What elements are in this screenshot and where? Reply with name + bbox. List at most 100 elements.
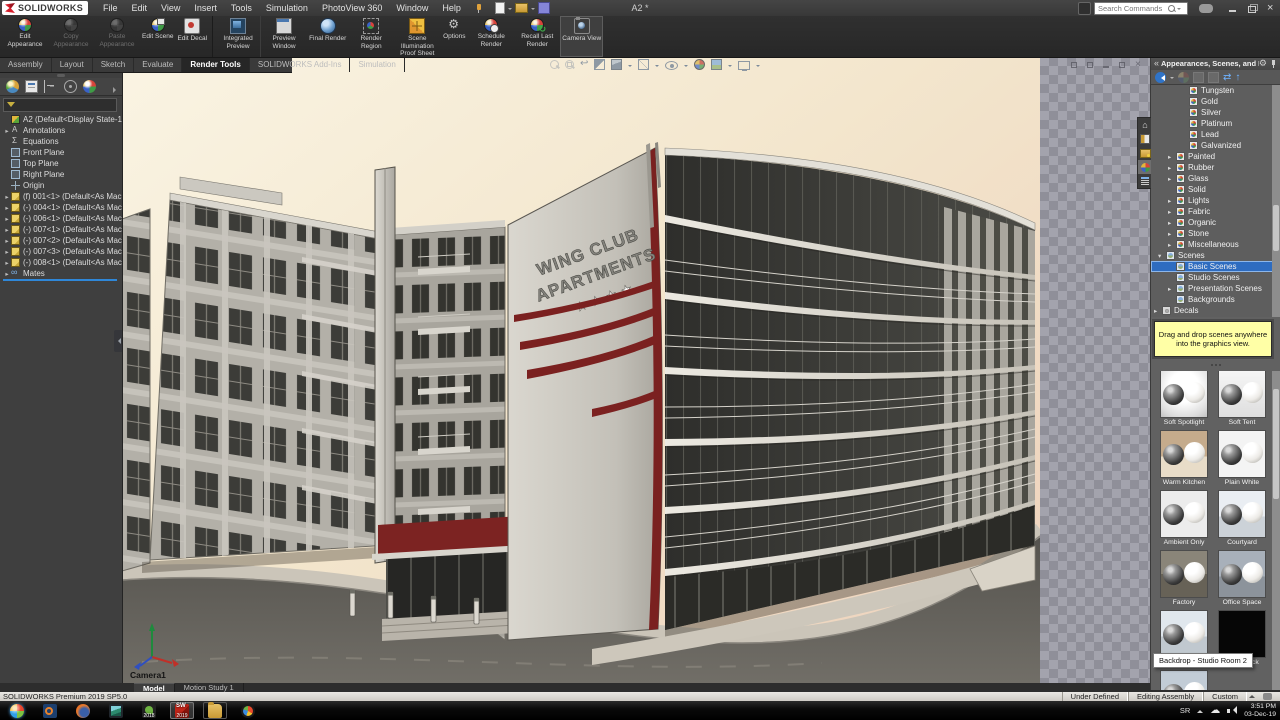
- ribbon-button[interactable]: Integrated Preview: [212, 16, 261, 57]
- ribbon-button[interactable]: Recall Last Render: [514, 16, 560, 57]
- dimxpert-manager-tab-icon[interactable]: [64, 80, 77, 93]
- expander-icon[interactable]: ▸: [3, 270, 11, 278]
- taskbar-app-button[interactable]: [236, 702, 260, 719]
- scene-thumbnail[interactable]: Soft Spotlight: [1156, 371, 1212, 427]
- scene-thumbnail[interactable]: Ambient Only: [1156, 491, 1212, 547]
- open-document-icon[interactable]: [515, 3, 528, 13]
- expander-icon[interactable]: ▸: [1168, 219, 1176, 227]
- scene-preview[interactable]: [1161, 371, 1207, 417]
- graphics-viewport[interactable]: WING CLUB APARTMENTS ★ ★ ★ ★: [122, 57, 1040, 683]
- search-caret-icon[interactable]: [1177, 8, 1181, 12]
- cloud-icon[interactable]: ☁: [1210, 705, 1220, 717]
- appearances-tree-item[interactable]: ▸ Glass: [1151, 173, 1273, 184]
- ribbon-button[interactable]: Scene Illumination Proof Sheet: [394, 16, 440, 57]
- expander-icon[interactable]: ▸: [1168, 175, 1176, 183]
- search-commands-box[interactable]: [1094, 2, 1188, 15]
- appearances-tree-item[interactable]: Galvanized: [1151, 140, 1273, 151]
- ribbon-button[interactable]: Paste Appearance: [94, 16, 140, 57]
- feature-tree-item[interactable]: ▸ (-) 006<1> (Default<As Machined>: [0, 213, 122, 224]
- appearances-tree-item[interactable]: ▸ Decals: [1151, 305, 1273, 316]
- close-button[interactable]: [1266, 4, 1276, 13]
- feature-tree-item[interactable]: ▸ (-) 007<2> (Default<As Machined>: [0, 235, 122, 246]
- appearances-tree-item[interactable]: ▸ Painted: [1151, 151, 1273, 162]
- pin-menu-icon[interactable]: [474, 4, 483, 13]
- expander-icon[interactable]: ▸: [1168, 285, 1176, 293]
- menu-item[interactable]: View: [154, 0, 187, 16]
- clock[interactable]: 3:51 PM 03-Dec-19: [1244, 703, 1276, 719]
- scene-thumbnail[interactable]: Warm Kitchen: [1156, 431, 1212, 487]
- expander-icon[interactable]: ▸: [3, 248, 11, 256]
- new-document-icon[interactable]: [495, 2, 505, 14]
- appearances-tree-item[interactable]: ▸ Stone: [1151, 228, 1273, 239]
- taskbar-app-button[interactable]: SW 2019: [170, 702, 194, 719]
- menu-item[interactable]: Tools: [224, 0, 259, 16]
- search-icon[interactable]: [1168, 5, 1175, 12]
- expander-icon[interactable]: ▸: [3, 193, 11, 201]
- menu-item[interactable]: Simulation: [259, 0, 315, 16]
- model-tab[interactable]: Motion Study 1: [175, 683, 244, 693]
- zoom-to-fit-icon[interactable]: [550, 60, 559, 69]
- appearances-tree-item[interactable]: ▸ Presentation Scenes: [1151, 283, 1273, 294]
- feature-tree-item[interactable]: ▸ (-) 007<3> (Default<As Machined>: [0, 246, 122, 257]
- ribbon-button[interactable]: Options: [440, 16, 468, 57]
- ribbon-button[interactable]: Edit Scene: [140, 16, 175, 57]
- property-manager-tab-icon[interactable]: [25, 80, 38, 93]
- minimize-button[interactable]: [1228, 4, 1238, 13]
- feature-tree-item[interactable]: ▸ (-) 004<1> (Default<As Machined>: [0, 202, 122, 213]
- ribbon-button[interactable]: Final Render: [307, 16, 348, 57]
- model-tab[interactable]: Model: [134, 683, 175, 693]
- search-input[interactable]: [1095, 4, 1168, 13]
- appearances-tree-item[interactable]: Tungsten: [1151, 85, 1273, 96]
- help-icon[interactable]: [1199, 4, 1213, 13]
- up-level-icon[interactable]: ↑: [1235, 72, 1240, 83]
- volume-icon[interactable]: [1227, 706, 1237, 715]
- scene-preview[interactable]: [1161, 551, 1207, 597]
- appearances-tab[interactable]: [1138, 160, 1152, 174]
- ribbon-button[interactable]: Edit Decal: [175, 16, 209, 57]
- doc-maximize-icon[interactable]: [1086, 61, 1094, 69]
- feature-manager-tab-icon[interactable]: [6, 80, 19, 93]
- feature-tree-item[interactable]: ▸ (-) 008<1> (Default<As Machined>: [0, 257, 122, 268]
- resources-tab[interactable]: ⌂: [1138, 118, 1152, 132]
- appearances-tree-item[interactable]: Silver: [1151, 107, 1273, 118]
- prev-tab-icon[interactable]: [58, 685, 64, 691]
- expander-icon[interactable]: ▸: [3, 127, 11, 135]
- file-explorer-tab[interactable]: [1138, 146, 1152, 160]
- doc-close-icon[interactable]: [1134, 61, 1142, 69]
- scene-thumbnail[interactable]: Soft Tent: [1214, 371, 1270, 427]
- ribbon-button[interactable]: Copy Appearance: [48, 16, 94, 57]
- taskbar-app-button[interactable]: 2018: [137, 702, 161, 719]
- appearances-tree-item[interactable]: Basic Scenes: [1151, 261, 1273, 272]
- back-icon[interactable]: [1155, 72, 1166, 83]
- tree-filter-box[interactable]: [3, 98, 117, 112]
- scene-preview[interactable]: [1161, 431, 1207, 477]
- menu-item[interactable]: File: [96, 0, 125, 16]
- appearances-tree-item[interactable]: Platinum: [1151, 118, 1273, 129]
- appearances-tree-item[interactable]: ▸ Fabric: [1151, 206, 1273, 217]
- expander-icon[interactable]: ▾: [1158, 252, 1166, 260]
- previous-view-icon[interactable]: ↩: [580, 59, 588, 70]
- expander-icon[interactable]: ▸: [1168, 164, 1176, 172]
- scene-thumbnail[interactable]: Backdrop - Studio Room 2: [1156, 671, 1212, 690]
- apply-scene-caret[interactable]: [728, 65, 732, 69]
- menu-item[interactable]: Window: [389, 0, 435, 16]
- taskbar-app-button[interactable]: [71, 702, 95, 719]
- doc-restore-icon[interactable]: [1070, 61, 1078, 69]
- section-view-icon[interactable]: [594, 59, 605, 70]
- command-tab[interactable]: Render Tools: [182, 57, 250, 72]
- scene-preview[interactable]: [1219, 551, 1265, 597]
- language-indicator[interactable]: SR: [1180, 706, 1190, 715]
- expander-icon[interactable]: ▸: [3, 259, 11, 267]
- open-folder-icon[interactable]: [1208, 72, 1219, 83]
- taskbar-app-button[interactable]: [104, 702, 128, 719]
- scene-thumbnail[interactable]: Plain White: [1214, 431, 1270, 487]
- command-tab[interactable]: SOLIDWORKS Add-Ins: [250, 57, 351, 72]
- ribbon-button[interactable]: Edit Appearance: [2, 16, 48, 57]
- edit-appearance-icon[interactable]: [694, 59, 705, 70]
- appearances-tree-item[interactable]: Backgrounds: [1151, 294, 1273, 305]
- ribbon-button[interactable]: Camera View: [560, 16, 603, 57]
- panel-splitter-handle[interactable]: [114, 330, 122, 352]
- scene-preview[interactable]: [1161, 671, 1207, 690]
- scene-preview[interactable]: [1219, 611, 1265, 657]
- view-orientation-icon[interactable]: [611, 59, 622, 70]
